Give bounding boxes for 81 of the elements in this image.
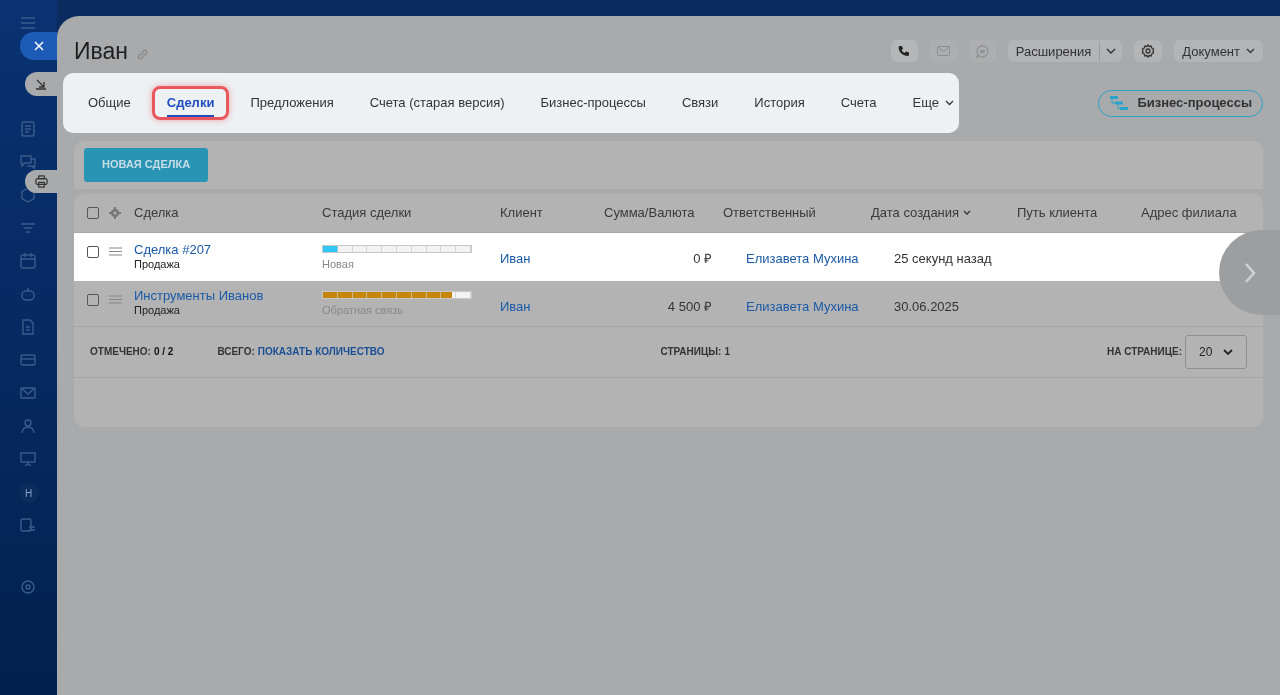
selected-count: 0 / 2 [153, 345, 174, 359]
tab[interactable]: История [739, 85, 820, 120]
drag-handle-icon[interactable] [109, 295, 122, 304]
chevron-right-icon [1243, 261, 1256, 284]
close-icon [33, 41, 44, 51]
phone-icon [898, 45, 911, 58]
client-link[interactable]: Иван [500, 250, 531, 266]
column-header[interactable]: Путь клиента [1017, 202, 1098, 223]
calendar-list-icon[interactable] [18, 516, 37, 534]
show-count-link[interactable]: ПОКАЗАТЬ КОЛИЧЕСТВО [257, 344, 385, 359]
select-all-checkbox[interactable] [87, 206, 99, 219]
extensions-button[interactable]: Расширения [1007, 40, 1123, 63]
document-button[interactable]: Документ [1174, 40, 1263, 63]
tab[interactable]: Еще [897, 85, 970, 120]
chevron-down-icon [1223, 348, 1233, 355]
deal-link[interactable]: Сделка #207 [134, 242, 212, 257]
amount-cell: 4 500 ₽ [667, 298, 712, 314]
tab[interactable]: Счета (старая версия) [354, 85, 520, 120]
page-title: Иван [74, 37, 128, 66]
column-header[interactable]: Стадия сделки [322, 202, 412, 223]
chat-icon [975, 44, 989, 58]
column-header[interactable]: Ответственный [723, 202, 816, 223]
row-checkbox[interactable] [87, 293, 99, 306]
client-link[interactable]: Иван [500, 298, 531, 314]
per-page-label: НА СТРАНИЦЕ: [1106, 345, 1182, 359]
per-page-select[interactable]: 20 [1185, 334, 1247, 369]
responsible-link[interactable]: Елизавета Мухина [746, 250, 859, 266]
hexagon-icon[interactable] [18, 186, 37, 204]
phone-button[interactable] [890, 40, 918, 63]
settings-icon[interactable] [18, 578, 37, 596]
deal-link[interactable]: Инструменты Иванов [134, 289, 264, 303]
created-date: 30.06.2025 [894, 298, 960, 314]
envelope-icon [936, 46, 950, 57]
link-icon [136, 47, 149, 61]
total-label: ВСЕГО: [217, 345, 255, 359]
extensions-label[interactable]: Расширения [1007, 41, 1101, 61]
column-header[interactable]: Клиент [500, 202, 543, 223]
tab[interactable]: Бизнес-процессы [525, 85, 661, 120]
settings-button[interactable] [1134, 40, 1163, 63]
stage-label: Новая [322, 256, 354, 272]
selected-count-label: ОТМЕЧЕНО: [90, 345, 151, 359]
chat-button[interactable] [968, 40, 996, 63]
column-header[interactable]: Адрес филиала [1141, 202, 1237, 223]
deal-type: Продажа [134, 303, 180, 317]
flowchart-icon [1109, 95, 1130, 111]
tab[interactable]: Счета [825, 85, 892, 120]
people-icon[interactable] [18, 417, 37, 435]
responsible-link[interactable]: Елизавета Мухина [746, 298, 859, 314]
tab[interactable]: Связи [666, 85, 734, 120]
tab[interactable]: Общие [73, 85, 146, 120]
created-date: 25 секунд назад [894, 250, 992, 266]
calendar-icon[interactable] [18, 252, 37, 270]
printer-icon [34, 175, 48, 188]
column-header[interactable]: Сумма/Валюта [604, 202, 695, 223]
chevron-down-icon [1246, 48, 1255, 55]
sort-chevron-icon[interactable] [963, 210, 972, 215]
close-button[interactable] [20, 32, 57, 60]
card-icon[interactable] [18, 351, 37, 369]
row-checkbox[interactable] [87, 245, 99, 258]
drag-handle-icon[interactable] [109, 247, 122, 256]
menu-icon[interactable] [18, 14, 37, 32]
amount-cell: 0 ₽ [693, 250, 712, 266]
robot-icon[interactable] [18, 285, 37, 303]
print-button[interactable] [25, 170, 57, 193]
arrow-down-right-icon [35, 78, 47, 90]
chevron-down-icon [945, 99, 955, 106]
document-icon[interactable] [18, 120, 37, 138]
pages-count: 1 [724, 345, 730, 359]
settings-icon [1141, 44, 1156, 59]
column-header[interactable]: Сделка [134, 202, 179, 223]
tab[interactable]: Сделки [151, 85, 230, 120]
settings-icon[interactable] [109, 206, 121, 219]
presentation-icon[interactable] [18, 450, 37, 468]
pages-label: СТРАНИЦЫ: [660, 345, 722, 359]
deal-type: Продажа [134, 257, 180, 271]
tab[interactable]: Предложения [235, 85, 349, 120]
envelope-icon[interactable] [18, 384, 37, 402]
mail-button[interactable] [929, 40, 957, 63]
column-header[interactable]: Дата создания [871, 202, 960, 223]
avatar-letter[interactable]: H [18, 483, 39, 503]
minimize-button[interactable] [25, 72, 57, 96]
